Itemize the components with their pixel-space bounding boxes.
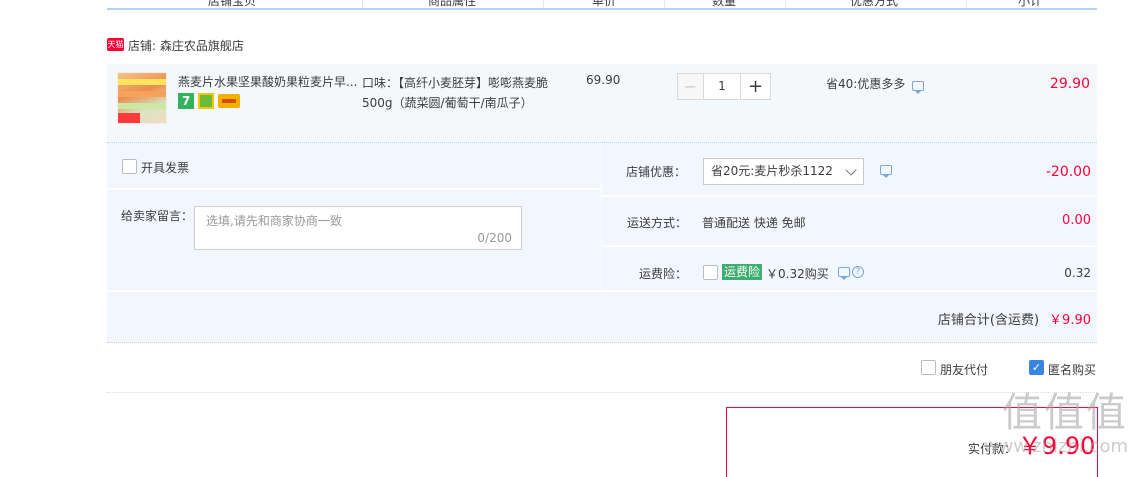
- seven-day-return-icon[interactable]: 7: [178, 93, 194, 109]
- insurance-label: 运费险：: [639, 267, 688, 281]
- product-title-link[interactable]: 燕麦片水果坚果酸奶果粒麦片早...: [178, 73, 358, 90]
- shop-coupon-label: 店铺优惠：: [626, 165, 687, 179]
- divider: [362, 0, 363, 8]
- anonymous-checkbox[interactable]: ✓: [1029, 360, 1044, 375]
- message-label: 给卖家留言：: [121, 209, 194, 223]
- divider: [107, 392, 1097, 393]
- divider: [107, 188, 602, 190]
- unit-price: 69.90: [586, 73, 621, 87]
- product-thumbnail[interactable]: [117, 72, 167, 124]
- insurance-price: ￥0.32购买: [766, 267, 829, 281]
- quantity-stepper: − 1 +: [677, 73, 771, 100]
- tmall-icon: 天猫: [107, 38, 124, 51]
- divider: [785, 0, 786, 8]
- watermark-url: www.zhizhi.com: [983, 436, 1128, 457]
- divider: [664, 0, 665, 8]
- shop-coupon-select[interactable]: 省20元:麦片秒杀1122: [703, 158, 864, 185]
- message-input[interactable]: 选填,请先和商家协商一致 0/200: [194, 206, 522, 250]
- divider: [543, 0, 544, 8]
- shop-total: 店铺合计(含运费) ￥9.90: [938, 309, 1091, 328]
- divider: [602, 245, 1097, 247]
- quantity-input[interactable]: 1: [704, 73, 740, 100]
- column-header-shop-item: 店铺宝贝: [208, 0, 257, 8]
- divider: [601, 143, 602, 291]
- column-header-discount: 优惠方式: [850, 0, 899, 8]
- shop-total-amount: ￥9.90: [1049, 313, 1091, 328]
- promotion-text: 省40:优惠多多: [826, 77, 906, 91]
- insurance-amount: 0.32: [1064, 266, 1091, 280]
- message-char-count: 0/200: [477, 231, 512, 245]
- shipping-amount: 0.00: [1062, 213, 1091, 228]
- chat-icon[interactable]: [838, 267, 850, 280]
- item-subtotal: 29.90: [1049, 76, 1090, 92]
- guarantee-icon[interactable]: [198, 93, 214, 109]
- credit-card-icon[interactable]: [218, 94, 240, 108]
- divider: [107, 290, 1097, 292]
- shop-name-link[interactable]: 店铺: 森庄农品旗舰店: [128, 37, 244, 54]
- shipping-label: 运送方式：: [627, 216, 688, 230]
- message-placeholder: 选填,请先和商家协商一致: [206, 214, 342, 228]
- column-header-quantity: 数量: [712, 0, 737, 8]
- anonymous-label: 匿名购买: [1048, 363, 1097, 377]
- column-header-subtotal: 小计: [1018, 0, 1043, 8]
- chat-icon[interactable]: [912, 81, 924, 94]
- header-divider: [107, 8, 1097, 10]
- shop-coupon-amount: -20.00: [1045, 164, 1091, 180]
- insurance-tag: 运费险: [722, 264, 763, 280]
- column-header-price: 单价: [592, 0, 617, 8]
- shop-total-label: 店铺合计(含运费): [937, 313, 1040, 328]
- chat-icon[interactable]: [880, 165, 892, 178]
- invoice-checkbox[interactable]: [122, 159, 137, 174]
- insurance-checkbox[interactable]: [703, 265, 718, 280]
- shipping-method: 普通配送 快递 免邮: [702, 216, 806, 230]
- help-icon[interactable]: ?: [852, 266, 864, 278]
- watermark-logo: 值值值: [1002, 390, 1128, 436]
- invoice-label: 开具发票: [141, 161, 190, 175]
- product-sku: 口味：【高纤小麦胚芽】嘭嘭燕麦脆500g（蔬菜圆/葡萄干/南瓜子）: [362, 76, 549, 110]
- shop-coupon-value: 省20元:麦片秒杀1122: [711, 164, 833, 178]
- increase-quantity-button[interactable]: +: [740, 73, 771, 100]
- decrease-quantity-button[interactable]: −: [677, 73, 704, 100]
- divider: [602, 195, 1097, 197]
- chevron-down-icon: [845, 164, 857, 176]
- column-header-attributes: 商品属性: [428, 0, 477, 8]
- friend-pay-checkbox[interactable]: [921, 360, 936, 375]
- divider: [966, 0, 967, 8]
- friend-pay-label: 朋友代付: [940, 363, 989, 377]
